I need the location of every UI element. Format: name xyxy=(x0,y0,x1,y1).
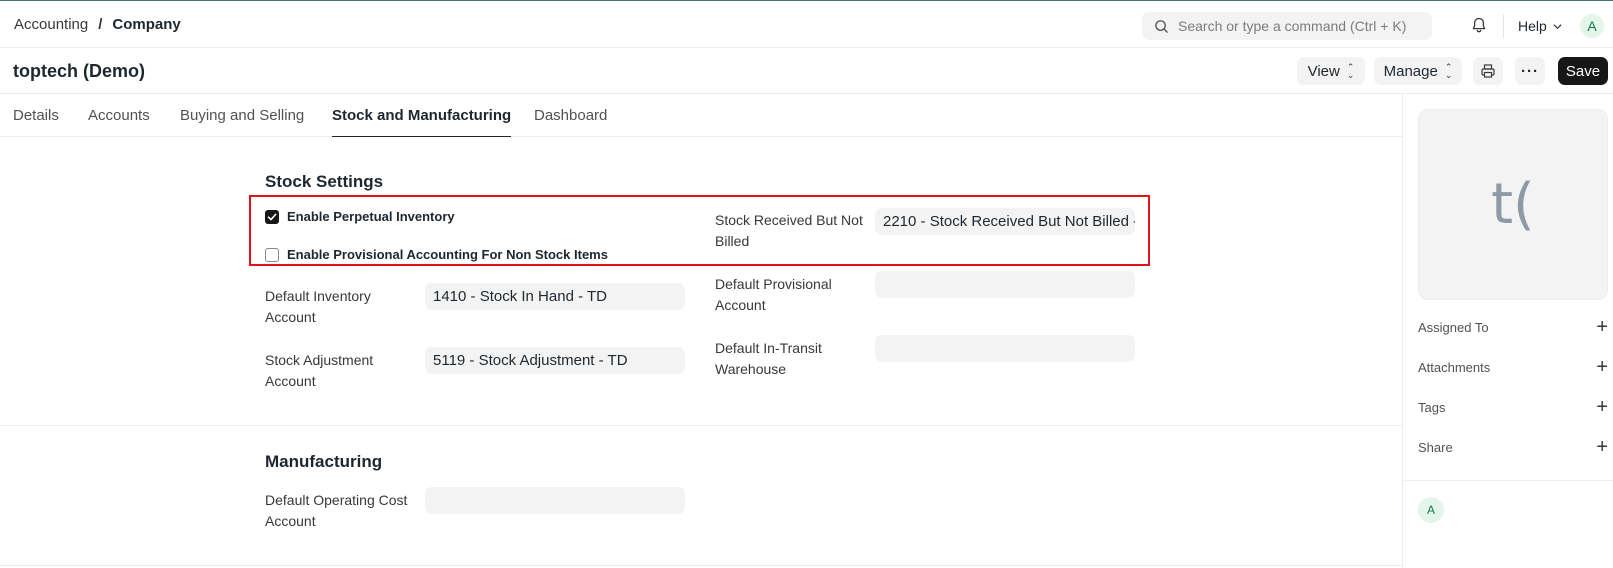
plus-icon[interactable]: + xyxy=(1596,357,1608,377)
sidebar-item-label: Tags xyxy=(1418,399,1446,415)
print-button[interactable] xyxy=(1473,57,1503,85)
section-divider-bottom xyxy=(0,565,1402,566)
default-inventory-account-input[interactable]: 1410 - Stock In Hand - TD xyxy=(425,283,685,310)
sidebar-tags[interactable]: Tags + xyxy=(1418,397,1608,417)
default-in-transit-warehouse-label: Default In-Transit Warehouse xyxy=(715,340,822,377)
user-avatar[interactable]: A xyxy=(1580,14,1604,38)
sidebar-assigned-to[interactable]: Assigned To + xyxy=(1418,317,1608,337)
select-arrows-icon: ⌃ ⌄ xyxy=(1346,62,1355,80)
default-operating-cost-account-label: Default Operating Cost Account xyxy=(265,492,408,529)
sidebar-share[interactable]: Share + xyxy=(1418,437,1608,457)
breadcrumb-accounting-link[interactable]: Accounting xyxy=(14,16,88,33)
manage-button-label: Manage xyxy=(1383,62,1438,80)
tab-stock-and-manufacturing[interactable]: Stock and Manufacturing xyxy=(332,107,512,137)
company-image-placeholder[interactable]: t( xyxy=(1418,109,1608,300)
plus-icon[interactable]: + xyxy=(1596,437,1608,457)
search-icon xyxy=(1155,19,1168,33)
tab-dashboard[interactable]: Dashboard xyxy=(534,107,607,137)
breadcrumb-company-link[interactable]: Company xyxy=(112,16,180,33)
form-tabs: Details Accounts Buying and Selling Stoc… xyxy=(0,94,1402,137)
breadcrumb: Accounting / Company xyxy=(14,16,181,33)
view-button-label: View xyxy=(1307,62,1340,80)
sidebar-divider xyxy=(1402,94,1403,568)
stock-adjustment-account-label: Stock Adjustment Account xyxy=(265,352,374,389)
stock-received-but-not-billed-label: Stock Received But Not Billed xyxy=(715,212,863,249)
sidebar-item-label: Assigned To xyxy=(1418,319,1489,335)
sidebar-item-label: Share xyxy=(1418,439,1453,455)
navbar-divider xyxy=(1503,14,1504,38)
help-dropdown[interactable]: Help xyxy=(1518,18,1563,34)
search-input[interactable] xyxy=(1178,18,1428,34)
tab-details[interactable]: Details xyxy=(13,107,59,137)
default-provisional-account-input[interactable] xyxy=(875,271,1135,298)
manufacturing-heading: Manufacturing xyxy=(265,452,383,471)
more-actions-button[interactable]: ··· xyxy=(1515,57,1545,85)
enable-provisional-accounting-label: Enable Provisional Accounting For Non St… xyxy=(287,247,608,262)
view-dropdown-button[interactable]: View ⌃ ⌄ xyxy=(1297,57,1365,85)
manage-dropdown-button[interactable]: Manage ⌃ ⌄ xyxy=(1374,57,1462,85)
sidebar-item-label: Attachments xyxy=(1418,359,1491,375)
stock-received-but-not-billed-input[interactable]: 2210 - Stock Received But Not Billed - T… xyxy=(875,208,1135,235)
stock-adjustment-account-input[interactable]: 5119 - Stock Adjustment - TD xyxy=(425,347,685,374)
default-provisional-account-label: Default Provisional Account xyxy=(715,276,832,313)
default-inventory-account-label: Default Inventory Account xyxy=(265,288,371,325)
stock-settings-heading: Stock Settings xyxy=(265,172,384,191)
sidebar-section-divider xyxy=(1403,480,1613,481)
printer-icon xyxy=(1481,64,1495,78)
search-bar[interactable] xyxy=(1142,12,1432,40)
navbar: Accounting / Company Help A xyxy=(0,0,1613,48)
chevron-down-icon xyxy=(1553,23,1562,29)
breadcrumb-separator: / xyxy=(98,16,103,33)
checkmark-icon xyxy=(267,213,277,220)
plus-icon[interactable]: + xyxy=(1596,317,1608,337)
sidebar-attachments[interactable]: Attachments + xyxy=(1418,357,1608,377)
page-header: toptech (Demo) View ⌃ ⌄ Manage ⌃ ⌄ ··· Sav… xyxy=(0,49,1613,94)
enable-provisional-accounting-checkbox[interactable] xyxy=(265,247,279,262)
notification-bell-icon[interactable] xyxy=(1470,16,1488,34)
tab-buying-and-selling[interactable]: Buying and Selling xyxy=(180,107,304,137)
default-operating-cost-account-input[interactable] xyxy=(425,487,685,514)
enable-perpetual-inventory-field[interactable]: Enable Perpetual Inventory xyxy=(265,209,455,224)
help-label: Help xyxy=(1518,18,1547,34)
plus-icon[interactable]: + xyxy=(1596,397,1608,417)
default-in-transit-warehouse-input[interactable] xyxy=(875,335,1135,362)
enable-perpetual-inventory-checkbox[interactable] xyxy=(265,209,279,224)
company-initials: t( xyxy=(1491,172,1535,237)
page-title: toptech (Demo) xyxy=(13,61,145,81)
save-button[interactable]: Save xyxy=(1558,57,1608,85)
select-arrows-icon: ⌃ ⌄ xyxy=(1444,62,1453,80)
viewer-avatar[interactable]: A xyxy=(1418,497,1444,523)
enable-provisional-accounting-field[interactable]: Enable Provisional Accounting For Non St… xyxy=(265,247,608,262)
tab-accounts[interactable]: Accounts xyxy=(88,107,150,137)
section-divider xyxy=(0,425,1402,426)
enable-perpetual-inventory-label: Enable Perpetual Inventory xyxy=(287,209,455,224)
